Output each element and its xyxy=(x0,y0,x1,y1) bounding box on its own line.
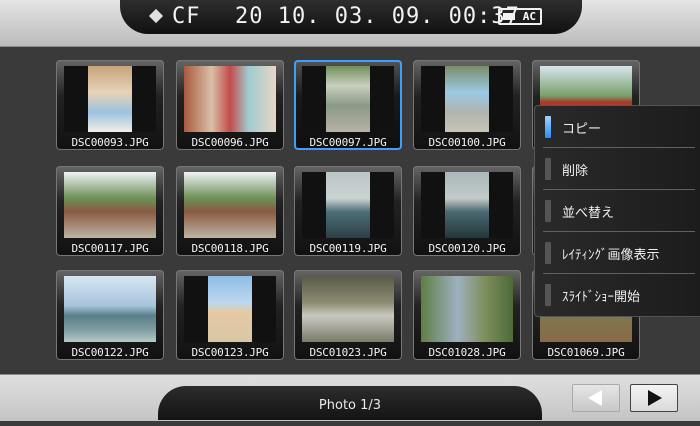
next-page-button[interactable] xyxy=(630,384,678,412)
thumbnail-filename: DSC00117.JPG xyxy=(71,242,149,255)
power-label: AC xyxy=(522,10,536,23)
thumbnail-item[interactable]: DSC01028.JPG xyxy=(413,270,521,360)
photo-thumbnail xyxy=(184,66,276,132)
menu-item-sort[interactable]: 並べ替え xyxy=(535,190,700,232)
thumbnail-filename: DSC00123.JPG xyxy=(191,346,269,359)
page-indicator: Photo 1/3 xyxy=(158,386,542,420)
datetime: 20 10. 03. 09. 00:37 xyxy=(235,4,520,29)
thumbnail-item[interactable]: DSC00100.JPG xyxy=(413,60,521,150)
thumbnail-filename: DSC00093.JPG xyxy=(71,136,149,149)
thumbnail-item[interactable]: DSC00122.JPG xyxy=(56,270,164,360)
menu-item-label: ｽﾗｲﾄﾞｼｮｰ開始 xyxy=(562,290,641,305)
photo-thumbnail xyxy=(421,66,513,132)
thumbnail-item[interactable]: DSC01023.JPG xyxy=(294,270,402,360)
menu-item-label: コピー xyxy=(562,122,602,137)
context-menu: コピー 削除 並べ替え ﾚｲﾃｨﾝｸﾞ画像表示 ｽﾗｲﾄﾞｼｮｰ開始 xyxy=(534,105,700,317)
thumbnail-filename: DSC00119.JPG xyxy=(309,242,387,255)
thumbnail-item[interactable]: DSC00096.JPG xyxy=(176,60,284,150)
menu-item-label: ﾚｲﾃｨﾝｸﾞ画像表示 xyxy=(562,248,660,263)
photo-thumbnail xyxy=(184,172,276,238)
thumbnail-item[interactable]: DSC00117.JPG xyxy=(56,166,164,256)
device-label: CF xyxy=(172,4,201,29)
photo-thumbnail xyxy=(64,172,156,238)
plug-icon xyxy=(503,13,515,20)
photo-thumbnail xyxy=(302,172,394,238)
menu-indicator xyxy=(545,116,551,138)
left-arrow-icon xyxy=(588,390,602,406)
thumbnail-filename: DSC01023.JPG xyxy=(309,346,387,359)
top-bar: CF 20 10. 03. 09. 00:37 AC xyxy=(0,0,700,47)
menu-item-label: 並べ替え xyxy=(562,206,615,221)
thumbnail-filename: DSC00096.JPG xyxy=(191,136,269,149)
photo-thumbnail xyxy=(184,276,276,342)
menu-indicator xyxy=(545,200,551,222)
photo-thumbnail xyxy=(64,276,156,342)
thumbnail-item[interactable]: DSC00120.JPG xyxy=(413,166,521,256)
status-bar: CF 20 10. 03. 09. 00:37 AC xyxy=(120,0,582,34)
thumbnail-item[interactable]: DSC00119.JPG xyxy=(294,166,402,256)
diamond-icon xyxy=(148,8,164,24)
thumbnail-filename: DSC01069.JPG xyxy=(547,346,625,359)
menu-indicator xyxy=(545,158,551,180)
thumbnail-item[interactable]: DSC00093.JPG xyxy=(56,60,164,150)
thumbnail-filename: DSC01028.JPG xyxy=(428,346,506,359)
thumbnail-filename: DSC00122.JPG xyxy=(71,346,149,359)
photo-thumbnail xyxy=(64,66,156,132)
thumbnail-item[interactable]: DSC00118.JPG xyxy=(176,166,284,256)
menu-item-label: 削除 xyxy=(562,164,589,179)
photo-thumbnail xyxy=(421,172,513,238)
thumbnail-filename: DSC00097.JPG xyxy=(309,136,387,149)
menu-indicator xyxy=(545,242,551,264)
menu-item-delete[interactable]: 削除 xyxy=(535,148,700,190)
ac-adapter-icon: AC xyxy=(498,8,542,25)
photo-thumbnail xyxy=(302,276,394,342)
menu-item-slideshow[interactable]: ｽﾗｲﾄﾞｼｮｰ開始 xyxy=(535,274,700,316)
menu-indicator xyxy=(545,284,551,306)
photo-thumbnail xyxy=(421,276,513,342)
menu-item-copy[interactable]: コピー xyxy=(535,106,700,148)
thumbnail-item[interactable]: DSC00123.JPG xyxy=(176,270,284,360)
thumbnail-filename: DSC00120.JPG xyxy=(428,242,506,255)
thumbnail-item-selected[interactable]: DSC00097.JPG xyxy=(294,60,402,150)
prev-page-button[interactable] xyxy=(572,384,620,412)
photo-thumbnail xyxy=(302,66,394,132)
thumbnail-filename: DSC00100.JPG xyxy=(428,136,506,149)
menu-item-rating-view[interactable]: ﾚｲﾃｨﾝｸﾞ画像表示 xyxy=(535,232,700,274)
right-arrow-icon xyxy=(648,390,662,406)
thumbnail-filename: DSC00118.JPG xyxy=(191,242,269,255)
